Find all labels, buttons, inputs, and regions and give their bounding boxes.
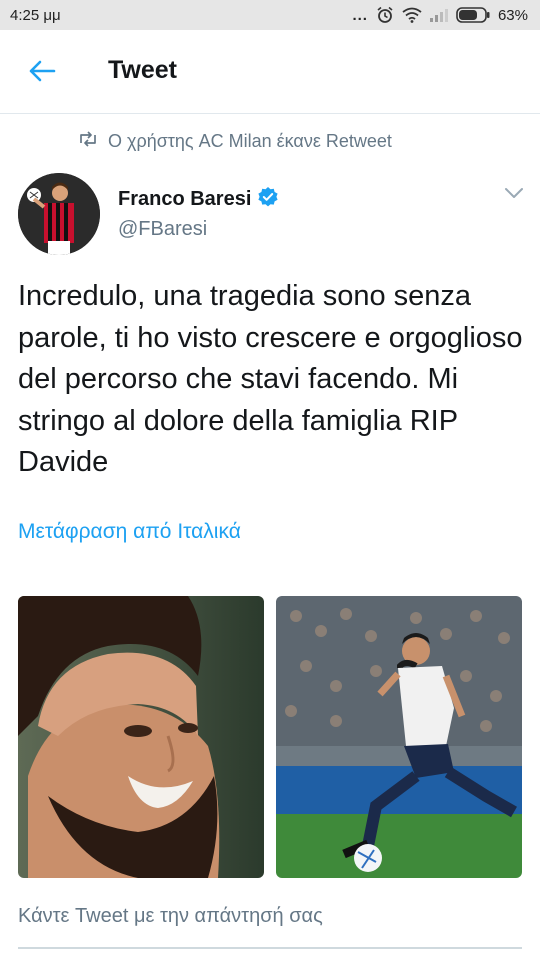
avatar[interactable] (18, 173, 100, 255)
reply-input[interactable]: Κάντε Tweet με την απάντησή σας (18, 905, 522, 949)
chevron-down-icon (504, 186, 524, 204)
page-title: Tweet (108, 56, 177, 84)
status-time: 4:25 μμ (10, 6, 61, 24)
tweet-options-button[interactable] (500, 184, 528, 206)
retweet-icon (78, 131, 98, 152)
translate-link[interactable]: Μετάφραση από Ιταλικά (18, 520, 241, 544)
retweet-label[interactable]: Ο χρήστης AC Milan έκανε Retweet (108, 131, 392, 152)
signal-icon (429, 8, 448, 22)
wifi-icon (402, 7, 422, 23)
battery-icon (456, 7, 490, 23)
author-handle[interactable]: @FBaresi (118, 218, 207, 241)
author-name-row[interactable]: Franco Baresi (118, 186, 279, 213)
battery-percent: 63% (497, 6, 528, 24)
tweet-text: Incredulo, una tragedia sono senza parol… (18, 280, 523, 478)
verified-badge-icon (257, 186, 279, 213)
arrow-left-icon (28, 60, 56, 87)
status-dots: ... (352, 6, 368, 24)
back-button[interactable] (22, 56, 62, 90)
tweet-media-action[interactable] (276, 596, 522, 878)
retweet-context: Ο χρήστης AC Milan έκανε Retweet (78, 131, 392, 152)
tweet-media-portrait[interactable] (18, 596, 264, 878)
author-name[interactable]: Franco Baresi (118, 188, 251, 211)
alarm-icon (376, 6, 394, 24)
status-bar: 4:25 μμ ... 63% (0, 0, 540, 30)
app-header: Tweet (0, 30, 540, 114)
status-icons: ... 63% (352, 6, 528, 24)
